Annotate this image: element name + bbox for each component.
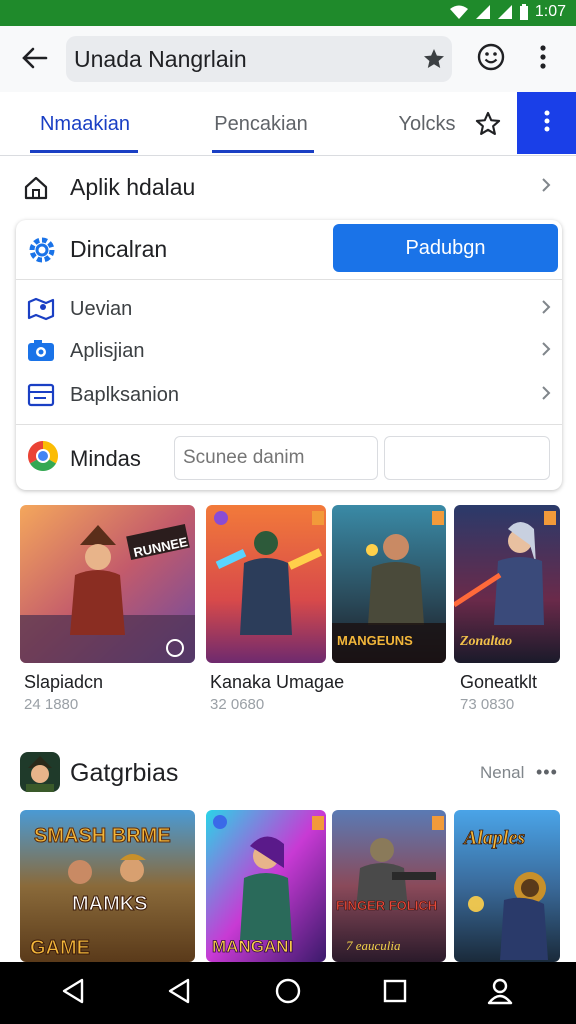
- tab-indicator: [212, 150, 314, 153]
- battery-icon: [519, 3, 529, 21]
- status-bar: 1:07: [0, 0, 576, 26]
- app-name: Kanaka Umagae: [210, 672, 345, 692]
- url-text: Unada Nangrlain: [74, 45, 247, 72]
- smiley-button[interactable]: [472, 40, 510, 78]
- tab-2[interactable]: Pencakian: [196, 92, 326, 156]
- list-item[interactable]: Aplisjian: [16, 330, 562, 372]
- list-item-label: Uevian: [70, 298, 133, 320]
- square-recents-icon: [382, 978, 408, 1009]
- tile-text: Zonaltao: [459, 634, 512, 649]
- back-arrow-icon: [20, 46, 48, 75]
- app-tile[interactable]: Zonaltao: [454, 505, 560, 663]
- app-name: Slapiadcn: [24, 672, 104, 692]
- url-field[interactable]: Unada Nangrlain: [66, 36, 452, 82]
- section-icon: [20, 752, 60, 792]
- tile-footer: GAME: [30, 937, 90, 959]
- app-tile[interactable]: RUNNEE: [20, 505, 195, 663]
- nav-row-label: Aplik hdalau: [70, 174, 196, 200]
- game-tile[interactable]: MANGANI: [206, 810, 326, 962]
- tab-menu-button[interactable]: [517, 92, 576, 154]
- secondary-input[interactable]: [384, 436, 550, 480]
- list-item-label: Baplksanion: [70, 384, 179, 406]
- section-more-link[interactable]: Nenal: [480, 763, 524, 783]
- chevron-right-icon: [540, 384, 552, 407]
- tab-1[interactable]: Nmaakian: [16, 92, 154, 156]
- star-icon[interactable]: [474, 110, 502, 138]
- nav-back-button[interactable]: [56, 976, 90, 1010]
- tile-footer: 7 eauculia: [346, 938, 401, 953]
- back-button[interactable]: [16, 42, 52, 78]
- card-title: Dincalran: [70, 236, 168, 262]
- game-tile[interactable]: SMASH BRME MAMKS GAME: [20, 810, 195, 962]
- search-input[interactable]: [174, 436, 378, 480]
- triangle-back-icon: [166, 977, 192, 1010]
- nav-home-button[interactable]: [271, 976, 305, 1010]
- game-tile[interactable]: FINGER FOLICH 7 eauculia: [332, 810, 446, 962]
- map-icon: [26, 296, 56, 327]
- star-icon[interactable]: [422, 47, 446, 71]
- tab-bar: Nmaakian Pencakian Yolcks: [0, 92, 576, 156]
- circle-home-icon: [274, 977, 302, 1010]
- tab-indicator: [30, 150, 138, 153]
- chevron-right-icon: [540, 298, 552, 321]
- chevron-right-icon: [540, 176, 552, 199]
- app-name: Goneatklt: [460, 672, 538, 692]
- tile-text: MANGEUNS: [337, 633, 413, 648]
- app-meta: 32 0680: [210, 696, 265, 713]
- signal-icon: [475, 4, 491, 20]
- chrome-icon: [26, 439, 60, 478]
- app-meta: 73 0830: [460, 696, 515, 713]
- tile-title: SMASH BRME: [34, 825, 171, 847]
- gear-icon: [26, 234, 58, 271]
- list-item[interactable]: Uevian: [16, 288, 562, 330]
- game-tile[interactable]: Alaples: [454, 810, 560, 962]
- status-time: 1:07: [534, 3, 566, 20]
- app-meta: 24 1880: [24, 696, 79, 713]
- person-icon: [486, 977, 514, 1010]
- app-tile[interactable]: MANGEUNS: [332, 505, 446, 663]
- nav-back-button-2[interactable]: [162, 976, 196, 1010]
- section-title: Gatgrbias: [70, 759, 179, 787]
- section-more-dots[interactable]: •••: [536, 762, 558, 783]
- tile-text: MANGANI: [212, 937, 293, 956]
- smiley-icon: [476, 42, 506, 77]
- more-menu-button[interactable]: [530, 40, 556, 78]
- status-icons: 1:07: [449, 3, 566, 21]
- browser-label: Mindas: [70, 446, 141, 471]
- tile-text: FINGER FOLICH: [336, 898, 437, 913]
- more-vert-icon: [543, 109, 551, 138]
- nav-profile-button[interactable]: [483, 976, 517, 1010]
- photo-icon: [26, 338, 56, 369]
- tile-text: MAMKS: [72, 893, 148, 915]
- divider: [16, 424, 562, 425]
- list-item[interactable]: Baplksanion: [16, 374, 562, 416]
- app-bar: Unada Nangrlain: [0, 26, 576, 92]
- triangle-back-icon: [60, 977, 86, 1010]
- tile-title: Alaples: [462, 827, 525, 849]
- nav-row[interactable]: Aplik hdalau: [0, 158, 576, 218]
- more-vert-icon: [539, 44, 547, 75]
- system-nav-bar: [0, 962, 576, 1024]
- app-tile[interactable]: [206, 505, 326, 663]
- tab-3[interactable]: Yolcks: [384, 92, 470, 156]
- wifi-icon: [449, 4, 469, 20]
- chevron-right-icon: [540, 340, 552, 363]
- settings-card: Dincalran Padubgn Uevian Aplisjian Baplk…: [16, 220, 562, 490]
- primary-button[interactable]: Padubgn: [333, 224, 558, 272]
- home-icon: [22, 174, 50, 207]
- calendar-icon: [26, 382, 56, 413]
- nav-recents-button[interactable]: [378, 976, 412, 1010]
- signal-icon: [497, 4, 513, 20]
- card-header: Dincalran Padubgn: [16, 220, 562, 280]
- list-item-label: Aplisjian: [70, 340, 145, 362]
